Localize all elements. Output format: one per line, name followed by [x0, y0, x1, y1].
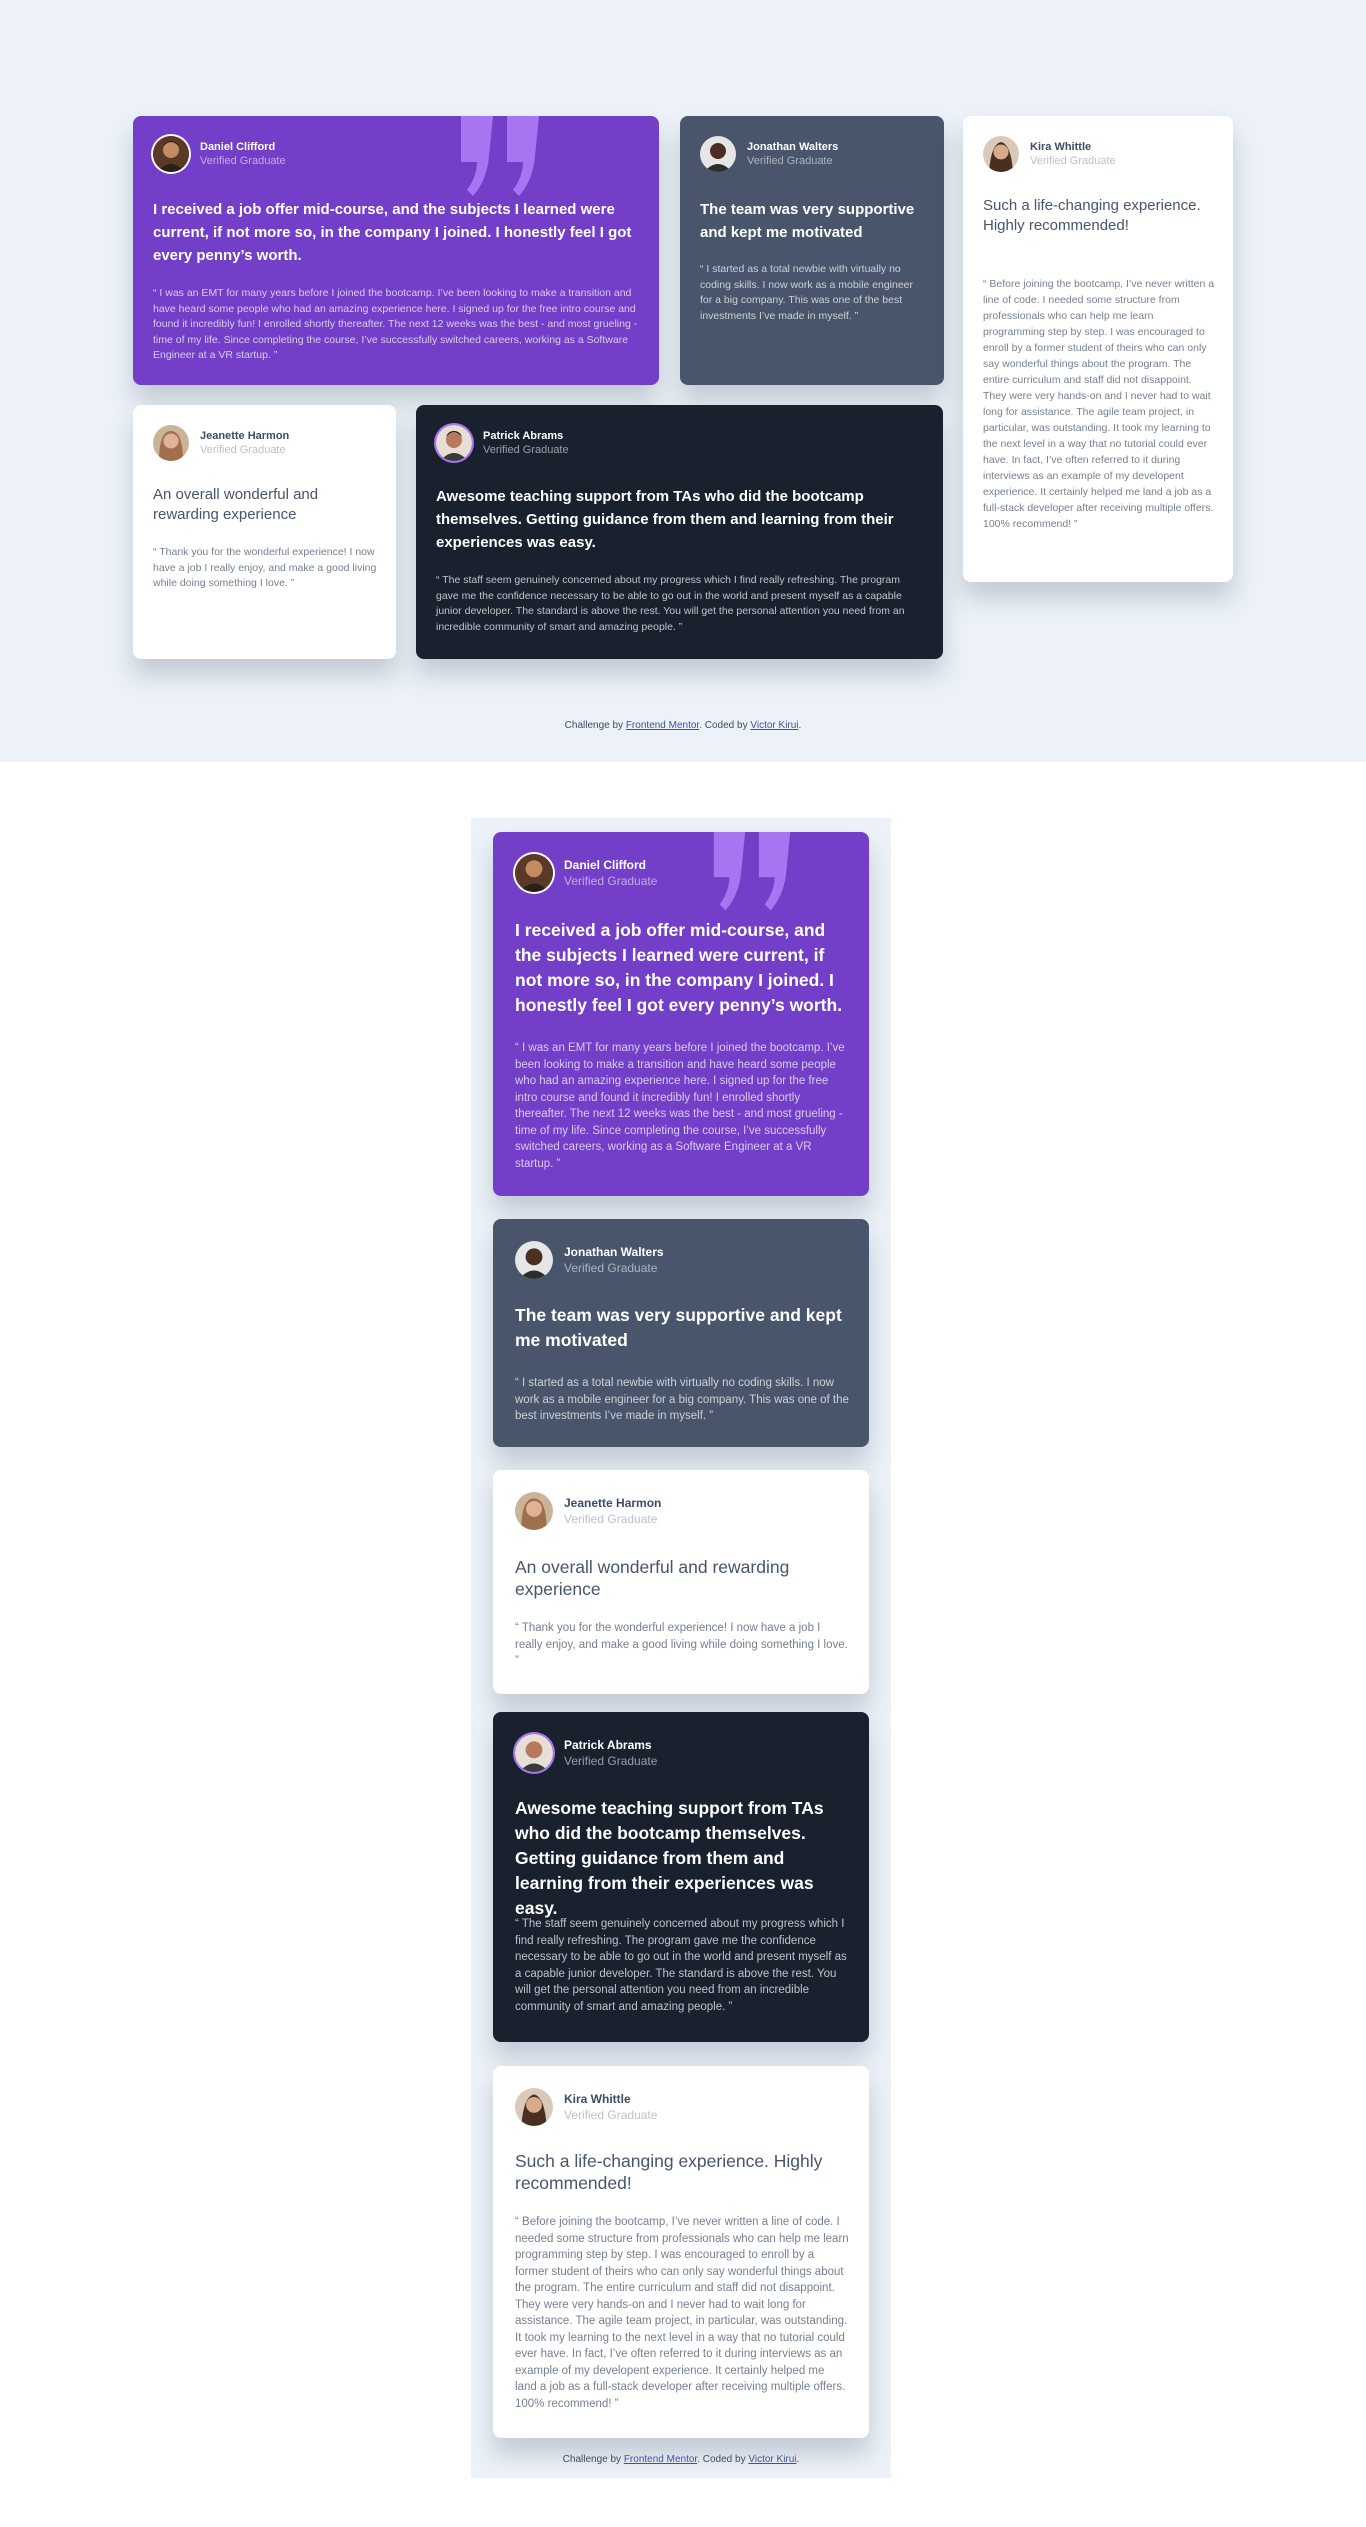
avatar: [515, 1241, 553, 1279]
author-role: Verified Graduate: [564, 874, 658, 888]
author-role: Verified Graduate: [747, 155, 833, 167]
author-name: Patrick Abrams: [483, 430, 564, 442]
testimonial-quote: “ I was an EMT for many years before I j…: [515, 1042, 845, 1170]
attribution-middle: . Coded by: [697, 2454, 749, 2465]
testimonial-headline: Awesome teaching support from TAs who di…: [436, 488, 894, 551]
author-role: Verified Graduate: [564, 2108, 658, 2122]
avatar: [153, 425, 189, 461]
testimonial-card-jeanette-mobile: Jeanette Harmon Verified Graduate An ove…: [493, 1470, 869, 1694]
author-name: Kira Whittle: [564, 2092, 631, 2106]
quotation-mark-icon: [713, 832, 791, 911]
testimonial-card-jonathan: Jonathan Walters Verified Graduate The t…: [680, 116, 944, 385]
testimonial-quote: “ I was an EMT for many years before I j…: [153, 287, 638, 361]
author-link[interactable]: Victor Kirui: [750, 720, 798, 731]
author-name: Jeanette Harmon: [564, 1496, 662, 1510]
author-role: Verified Graduate: [564, 1512, 658, 1526]
avatar: [983, 136, 1019, 172]
testimonial-quote: “ Before joining the bootcamp, I’ve neve…: [983, 278, 1215, 530]
testimonial-headline: The team was very supportive and kept me…: [515, 1305, 842, 1350]
avatar: [515, 2088, 553, 2126]
testimonial-quote: “ The staff seem genuinely concerned abo…: [515, 1918, 847, 2013]
attribution: Challenge by Frontend Mentor. Coded by V…: [0, 720, 1366, 731]
testimonial-headline: I received a job offer mid-course, and t…: [153, 201, 632, 264]
author-role: Verified Graduate: [200, 444, 286, 456]
author-role: Verified Graduate: [483, 444, 569, 456]
testimonial-headline: I received a job offer mid-course, and t…: [515, 920, 843, 1015]
avatar: [700, 136, 736, 172]
testimonial-card-kira-mobile: Kira Whittle Verified Graduate Such a li…: [493, 2066, 869, 2438]
testimonial-card-jonathan-mobile: Jonathan Walters Verified Graduate The t…: [493, 1219, 869, 1447]
author-name: Patrick Abrams: [564, 1738, 652, 1752]
author-name: Jeanette Harmon: [200, 430, 290, 442]
author-role: Verified Graduate: [200, 155, 286, 167]
author-link[interactable]: Victor Kirui: [748, 2454, 796, 2465]
desktop-testimonials-section: Daniel Clifford Verified Graduate I rece…: [0, 0, 1366, 762]
testimonial-headline: The team was very supportive and kept me…: [700, 201, 915, 241]
frontend-mentor-link[interactable]: Frontend Mentor: [626, 720, 699, 731]
testimonial-card-daniel-mobile: Daniel Clifford Verified Graduate I rece…: [493, 832, 869, 1196]
avatar: [436, 425, 472, 461]
testimonial-headline: Such a life-changing experience. Highly …: [983, 197, 1201, 234]
testimonial-quote: “ I started as a total newbie with virtu…: [700, 263, 914, 322]
avatar: [515, 1734, 553, 1772]
testimonial-card-patrick: Patrick Abrams Verified Graduate Awesome…: [416, 405, 943, 659]
testimonial-card-patrick-mobile: Patrick Abrams Verified Graduate Awesome…: [493, 1712, 869, 2042]
testimonial-quote: “ Thank you for the wonderful experience…: [153, 546, 377, 589]
attribution-prefix: Challenge by: [564, 720, 626, 731]
author-name: Daniel Clifford: [200, 141, 276, 153]
attribution-prefix: Challenge by: [562, 2454, 624, 2465]
author-role: Verified Graduate: [1030, 155, 1116, 167]
author-role: Verified Graduate: [564, 1754, 658, 1768]
testimonial-headline: Such a life-changing experience. Highly …: [515, 2151, 823, 2193]
testimonial-headline: An overall wonderful and rewarding exper…: [153, 486, 319, 523]
attribution-suffix: .: [796, 2454, 800, 2465]
mobile-testimonials-section: Daniel Clifford Verified Graduate I rece…: [471, 818, 891, 2478]
author-name: Kira Whittle: [1030, 141, 1092, 153]
avatar: [153, 136, 189, 172]
avatar: [515, 1492, 553, 1530]
attribution: Challenge by Frontend Mentor. Coded by V…: [471, 2454, 891, 2465]
avatar: [515, 854, 553, 892]
testimonial-headline: Awesome teaching support from TAs who di…: [515, 1798, 824, 1918]
testimonial-card-kira: Kira Whittle Verified Graduate Such a li…: [963, 116, 1233, 582]
attribution-suffix: .: [798, 720, 802, 731]
testimonial-headline: An overall wonderful and rewarding exper…: [515, 1557, 790, 1599]
author-role: Verified Graduate: [564, 1261, 658, 1275]
testimonial-quote: “ I started as a total newbie with virtu…: [515, 1377, 849, 1422]
testimonial-quote: “ Before joining the bootcamp, I’ve neve…: [515, 2216, 849, 2410]
testimonial-card-jeanette: Jeanette Harmon Verified Graduate An ove…: [133, 405, 396, 659]
attribution-middle: . Coded by: [699, 720, 751, 731]
testimonial-quote: “ Thank you for the wonderful experience…: [515, 1622, 848, 1667]
testimonial-card-daniel: Daniel Clifford Verified Graduate I rece…: [133, 116, 659, 385]
testimonial-quote: “ The staff seem genuinely concerned abo…: [436, 574, 905, 633]
frontend-mentor-link[interactable]: Frontend Mentor: [624, 2454, 697, 2465]
author-name: Jonathan Walters: [747, 141, 839, 153]
author-name: Jonathan Walters: [564, 1245, 664, 1259]
author-name: Daniel Clifford: [564, 858, 647, 872]
